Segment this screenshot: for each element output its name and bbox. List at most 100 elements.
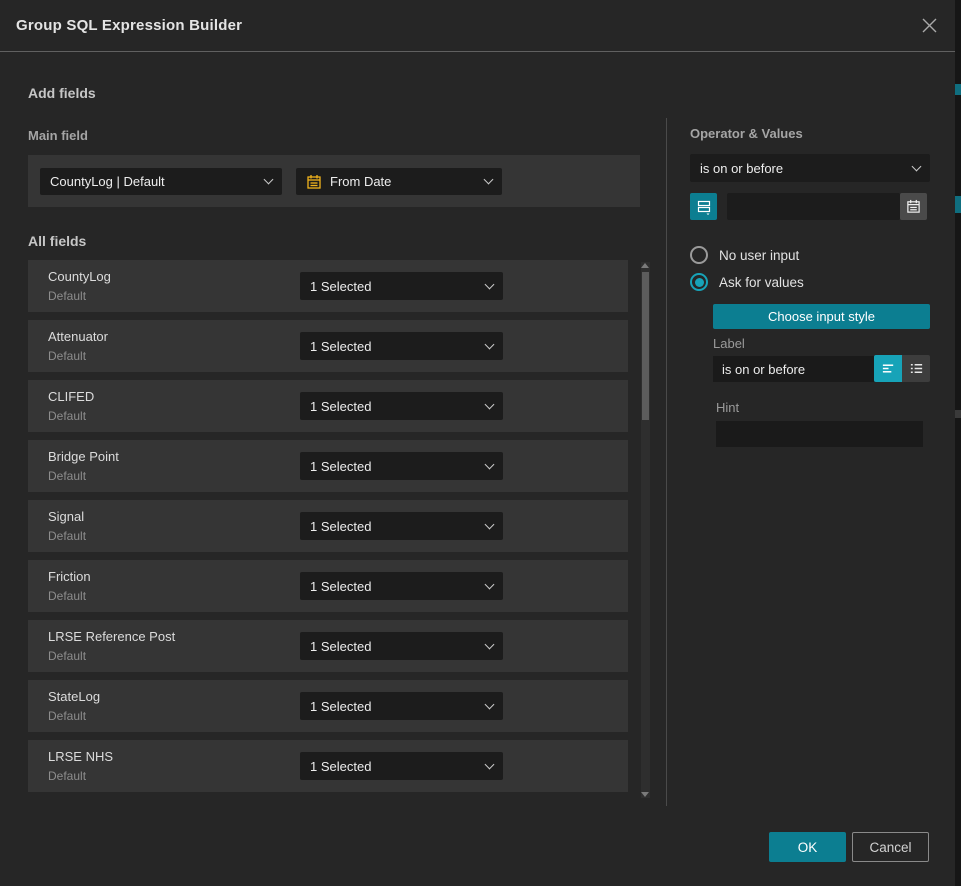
operator-value: is on or before xyxy=(700,161,913,176)
value-type-button[interactable] xyxy=(690,193,717,220)
chevron-down-icon xyxy=(485,519,495,529)
label-input[interactable] xyxy=(713,356,874,382)
stacked-values-icon xyxy=(696,199,712,215)
scrollbar-up-arrow-icon[interactable] xyxy=(641,263,649,268)
chevron-down-icon xyxy=(264,175,274,185)
radio-circle-icon[interactable] xyxy=(690,246,708,264)
layer-select-value: CountyLog | Default xyxy=(50,174,265,189)
chevron-down-icon xyxy=(485,459,495,469)
field-selection-dropdown[interactable]: 1 Selected xyxy=(300,392,503,420)
field-name: Bridge Point xyxy=(48,449,119,464)
field-subtitle: Default xyxy=(48,649,86,663)
chevron-down-icon xyxy=(485,699,495,709)
field-row: LRSE NHS Default 1 Selected xyxy=(28,740,628,792)
chevron-down-icon xyxy=(484,175,494,185)
field-row: LRSE Reference Post Default 1 Selected xyxy=(28,620,628,672)
operator-dropdown[interactable]: is on or before xyxy=(690,154,930,182)
dialog-title: Group SQL Expression Builder xyxy=(16,17,242,34)
field-row: CountyLog Default 1 Selected xyxy=(28,260,628,312)
field-selection-dropdown[interactable]: 1 Selected xyxy=(300,632,503,660)
radio-no-user-input[interactable]: No user input xyxy=(690,246,799,264)
radio-ask-for-values[interactable]: Ask for values xyxy=(690,273,804,291)
field-subtitle: Default xyxy=(48,529,86,543)
input-style-single-line-button[interactable] xyxy=(874,355,902,382)
input-style-list-button[interactable] xyxy=(902,355,930,382)
field-subtitle: Default xyxy=(48,469,86,483)
chevron-down-icon xyxy=(485,339,495,349)
all-fields-heading: All fields xyxy=(28,233,86,249)
ok-button[interactable]: OK xyxy=(769,832,846,862)
choose-input-style-button[interactable]: Choose input style xyxy=(713,304,930,329)
main-field-row: CountyLog | Default From Date xyxy=(28,155,640,207)
field-selection-value: 1 Selected xyxy=(310,579,486,594)
field-selection-dropdown[interactable]: 1 Selected xyxy=(300,572,503,600)
field-selection-value: 1 Selected xyxy=(310,399,486,414)
add-fields-heading: Add fields xyxy=(28,85,96,101)
group-sql-expression-builder-dialog: Group SQL Expression Builder Add fields … xyxy=(0,0,955,886)
field-selection-value: 1 Selected xyxy=(310,699,486,714)
layer-select-dropdown[interactable]: CountyLog | Default xyxy=(40,168,282,195)
background-page-fragment xyxy=(955,84,961,95)
all-fields-list: CountyLog Default 1 Selected Attenuator … xyxy=(28,260,628,800)
field-selection-dropdown[interactable]: 1 Selected xyxy=(300,752,503,780)
field-select-value: From Date xyxy=(330,174,477,189)
chevron-down-icon xyxy=(485,639,495,649)
field-row: StateLog Default 1 Selected xyxy=(28,680,628,732)
bulleted-list-icon xyxy=(909,361,924,376)
field-name: LRSE NHS xyxy=(48,749,113,764)
field-selection-value: 1 Selected xyxy=(310,519,486,534)
label-caption: Label xyxy=(713,336,745,351)
fields-list-scrollbar[interactable] xyxy=(641,262,650,798)
field-name: StateLog xyxy=(48,689,100,704)
align-left-lines-icon xyxy=(881,361,896,376)
panel-divider xyxy=(666,118,667,806)
field-selection-value: 1 Selected xyxy=(310,279,486,294)
field-subtitle: Default xyxy=(48,349,86,363)
field-row: CLIFED Default 1 Selected xyxy=(28,380,628,432)
date-field-calendar-icon xyxy=(306,174,322,190)
scrollbar-down-arrow-icon[interactable] xyxy=(641,792,649,797)
field-name: Friction xyxy=(48,569,91,584)
calendar-picker-button[interactable] xyxy=(900,193,927,220)
field-selection-dropdown[interactable]: 1 Selected xyxy=(300,512,503,540)
radio-label: No user input xyxy=(719,248,799,263)
field-selection-value: 1 Selected xyxy=(310,759,486,774)
background-page-fragment xyxy=(955,196,961,213)
field-name: LRSE Reference Post xyxy=(48,629,175,644)
radio-label: Ask for values xyxy=(719,275,804,290)
field-selection-dropdown[interactable]: 1 Selected xyxy=(300,332,503,360)
background-page-fragment xyxy=(955,410,961,418)
chevron-down-icon xyxy=(485,279,495,289)
hint-caption: Hint xyxy=(716,400,739,415)
field-selection-value: 1 Selected xyxy=(310,339,486,354)
dialog-titlebar: Group SQL Expression Builder xyxy=(0,0,955,52)
chevron-down-icon xyxy=(485,759,495,769)
scrollbar-thumb[interactable] xyxy=(642,272,649,420)
field-selection-dropdown[interactable]: 1 Selected xyxy=(300,272,503,300)
hint-input[interactable] xyxy=(716,421,923,447)
field-subtitle: Default xyxy=(48,709,86,723)
field-row: Friction Default 1 Selected xyxy=(28,560,628,612)
field-name: Signal xyxy=(48,509,84,524)
chevron-down-icon xyxy=(485,579,495,589)
field-selection-dropdown[interactable]: 1 Selected xyxy=(300,692,503,720)
field-name: CLIFED xyxy=(48,389,94,404)
field-selection-value: 1 Selected xyxy=(310,639,486,654)
cancel-button[interactable]: Cancel xyxy=(852,832,929,862)
background-page-strip xyxy=(955,0,961,886)
operator-values-heading: Operator & Values xyxy=(690,126,803,141)
radio-circle-selected-icon[interactable] xyxy=(690,273,708,291)
field-row: Signal Default 1 Selected xyxy=(28,500,628,552)
chevron-down-icon xyxy=(485,399,495,409)
field-selection-dropdown[interactable]: 1 Selected xyxy=(300,452,503,480)
field-select-dropdown[interactable]: From Date xyxy=(296,168,502,195)
field-name: CountyLog xyxy=(48,269,111,284)
field-subtitle: Default xyxy=(48,589,86,603)
field-row: Bridge Point Default 1 Selected xyxy=(28,440,628,492)
date-value-input[interactable] xyxy=(727,193,900,220)
field-subtitle: Default xyxy=(48,769,86,783)
field-subtitle: Default xyxy=(48,409,86,423)
main-field-heading: Main field xyxy=(28,128,88,143)
close-icon[interactable] xyxy=(919,16,939,36)
chevron-down-icon xyxy=(912,161,922,171)
